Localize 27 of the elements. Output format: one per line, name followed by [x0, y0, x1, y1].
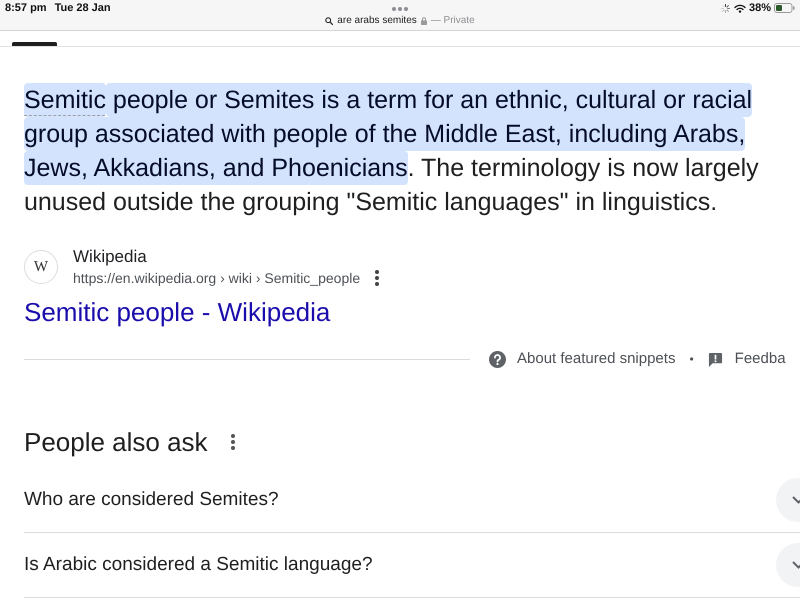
- private-mode-label: — Private: [430, 15, 475, 27]
- about-featured-snippets-link[interactable]: About featured snippets: [517, 349, 676, 369]
- battery-percentage: 38%: [748, 1, 771, 16]
- question-text[interactable]: Who are considered Semites?: [24, 488, 279, 512]
- feedback-icon: [708, 352, 723, 366]
- three-dots-icon[interactable]: [392, 7, 408, 11]
- wifi-icon: [734, 4, 746, 12]
- more-options-icon[interactable]: [375, 270, 380, 286]
- battery-icon: [774, 3, 795, 13]
- result-title-link[interactable]: Semitic people - Wikipedia: [24, 296, 330, 328]
- source-name[interactable]: Wikipedia: [73, 246, 147, 268]
- more-options-icon[interactable]: [230, 434, 235, 450]
- feedback-link[interactable]: Feedba: [734, 349, 786, 369]
- lock-icon: [420, 17, 427, 25]
- status-time: 8:57 pm: [5, 1, 47, 16]
- section-heading: People also ask: [24, 426, 208, 458]
- separator-dot: •: [689, 351, 694, 368]
- search-query[interactable]: are arabs semites: [337, 15, 417, 27]
- loading-spinner-icon: [720, 4, 730, 12]
- definition-link[interactable]: Semitic: [24, 83, 106, 117]
- help-icon: [489, 350, 506, 368]
- status-date: Tue 28 Jan: [54, 1, 111, 16]
- question-text[interactable]: Is Arabic considered a Semitic language?: [24, 553, 373, 577]
- tab-indicator: [12, 42, 57, 46]
- site-favicon: W: [24, 250, 58, 284]
- source-url: https://en.wikipedia.org › wiki › Semitic_people: [73, 269, 360, 288]
- search-icon: [325, 17, 334, 25]
